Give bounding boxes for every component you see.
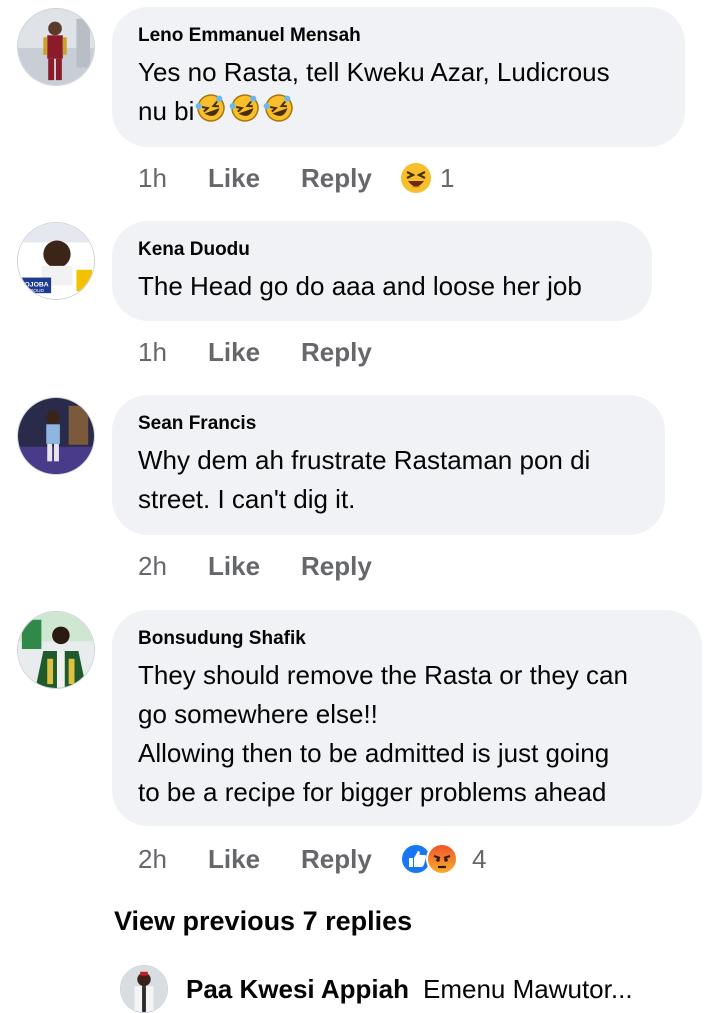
comment-text-line: Why dem ah frustrate Rastaman pon di (138, 445, 591, 475)
comment-text-line: Yes no Rasta, tell Kweku Azar, Ludicrous (138, 57, 610, 87)
laughing-squint-emoji (400, 162, 432, 194)
comment-actions: 2h Like Reply (138, 551, 400, 581)
latest-reply-text: Emenu Mawutor... (423, 973, 633, 1004)
avatar-badge-text: POJOBA (20, 281, 49, 288)
comment-bubble: Sean Francis Why dem ah frustrate Rastam… (112, 395, 665, 535)
comment-text-line: Allowing then to be admitted is just goi… (138, 738, 610, 768)
reaction-count: 4 (472, 844, 487, 874)
rolling-laughing-emoji (262, 93, 296, 134)
reply-button[interactable]: Reply (301, 551, 400, 581)
reaction-count: 1 (440, 163, 455, 193)
like-button[interactable]: Like (208, 551, 301, 581)
comment-actions: 1h Like Reply 1 (138, 162, 454, 194)
like-button[interactable]: Like (208, 337, 301, 367)
comment-text: The Head go do aaa and loose her job (138, 267, 626, 306)
avatar-badge-subtext: & PROUD (22, 288, 45, 294)
comment-timestamp: 1h (138, 163, 167, 193)
avatar[interactable] (120, 965, 168, 1013)
comment-actions: 1h Like Reply (138, 337, 400, 367)
comment-text-line: They should remove the Rasta or they can (138, 660, 628, 690)
view-previous-replies-link[interactable]: View previous 7 replies (114, 904, 412, 938)
reply-button[interactable]: Reply (301, 163, 400, 193)
like-button[interactable]: Like (208, 163, 301, 193)
comment-text-line: nu bi (138, 96, 195, 126)
comment-bubble: Kena Duodu The Head go do aaa and loose … (112, 221, 652, 321)
comment-timestamp: 2h (138, 551, 167, 581)
avatar[interactable] (17, 8, 95, 86)
latest-reply-author[interactable]: Paa Kwesi Appiah (186, 974, 409, 1005)
comment-text: Why dem ah frustrate Rastaman pon di str… (138, 441, 639, 519)
comment-actions: 2h Like Reply 4 (138, 843, 486, 875)
comment-text-line: go somewhere else!! (138, 699, 378, 729)
comment-bubble: Bonsudung Shafik They should remove the … (112, 610, 702, 826)
reaction-summary[interactable]: 4 (400, 843, 486, 875)
comment-text: Yes no Rasta, tell Kweku Azar, Ludicrous… (138, 53, 659, 134)
reaction-summary[interactable]: 1 (400, 162, 454, 194)
avatar[interactable]: POJOBA & PROUD (17, 222, 95, 300)
comment-text-line: street. I can't dig it. (138, 484, 356, 514)
comment-author[interactable]: Leno Emmanuel Mensah (138, 25, 659, 47)
comment-author[interactable]: Kena Duodu (138, 239, 626, 261)
reply-button[interactable]: Reply (301, 844, 400, 874)
avatar[interactable] (17, 611, 95, 689)
comment-timestamp: 1h (138, 337, 167, 367)
rolling-laughing-emoji (194, 93, 228, 134)
rolling-laughing-emoji (228, 93, 262, 134)
reply-button[interactable]: Reply (301, 337, 400, 367)
comment-text: They should remove the Rasta or they can… (138, 656, 676, 812)
comment-text-line-with-emojis: nu bi (138, 92, 659, 134)
latest-reply-preview[interactable]: Paa Kwesi Appiah Emenu Mawutor... (120, 965, 633, 1013)
comment-timestamp: 2h (138, 844, 167, 874)
like-button[interactable]: Like (208, 844, 301, 874)
comment-author[interactable]: Sean Francis (138, 413, 639, 435)
angry-reaction-icon (426, 843, 458, 875)
comment-author[interactable]: Bonsudung Shafik (138, 628, 676, 650)
comment-text-line: to be a recipe for bigger problems ahead (138, 777, 607, 807)
comment-text-line: The Head go do aaa and loose her job (138, 271, 582, 301)
comment-bubble: Leno Emmanuel Mensah Yes no Rasta, tell … (112, 7, 685, 147)
avatar[interactable] (17, 397, 95, 475)
